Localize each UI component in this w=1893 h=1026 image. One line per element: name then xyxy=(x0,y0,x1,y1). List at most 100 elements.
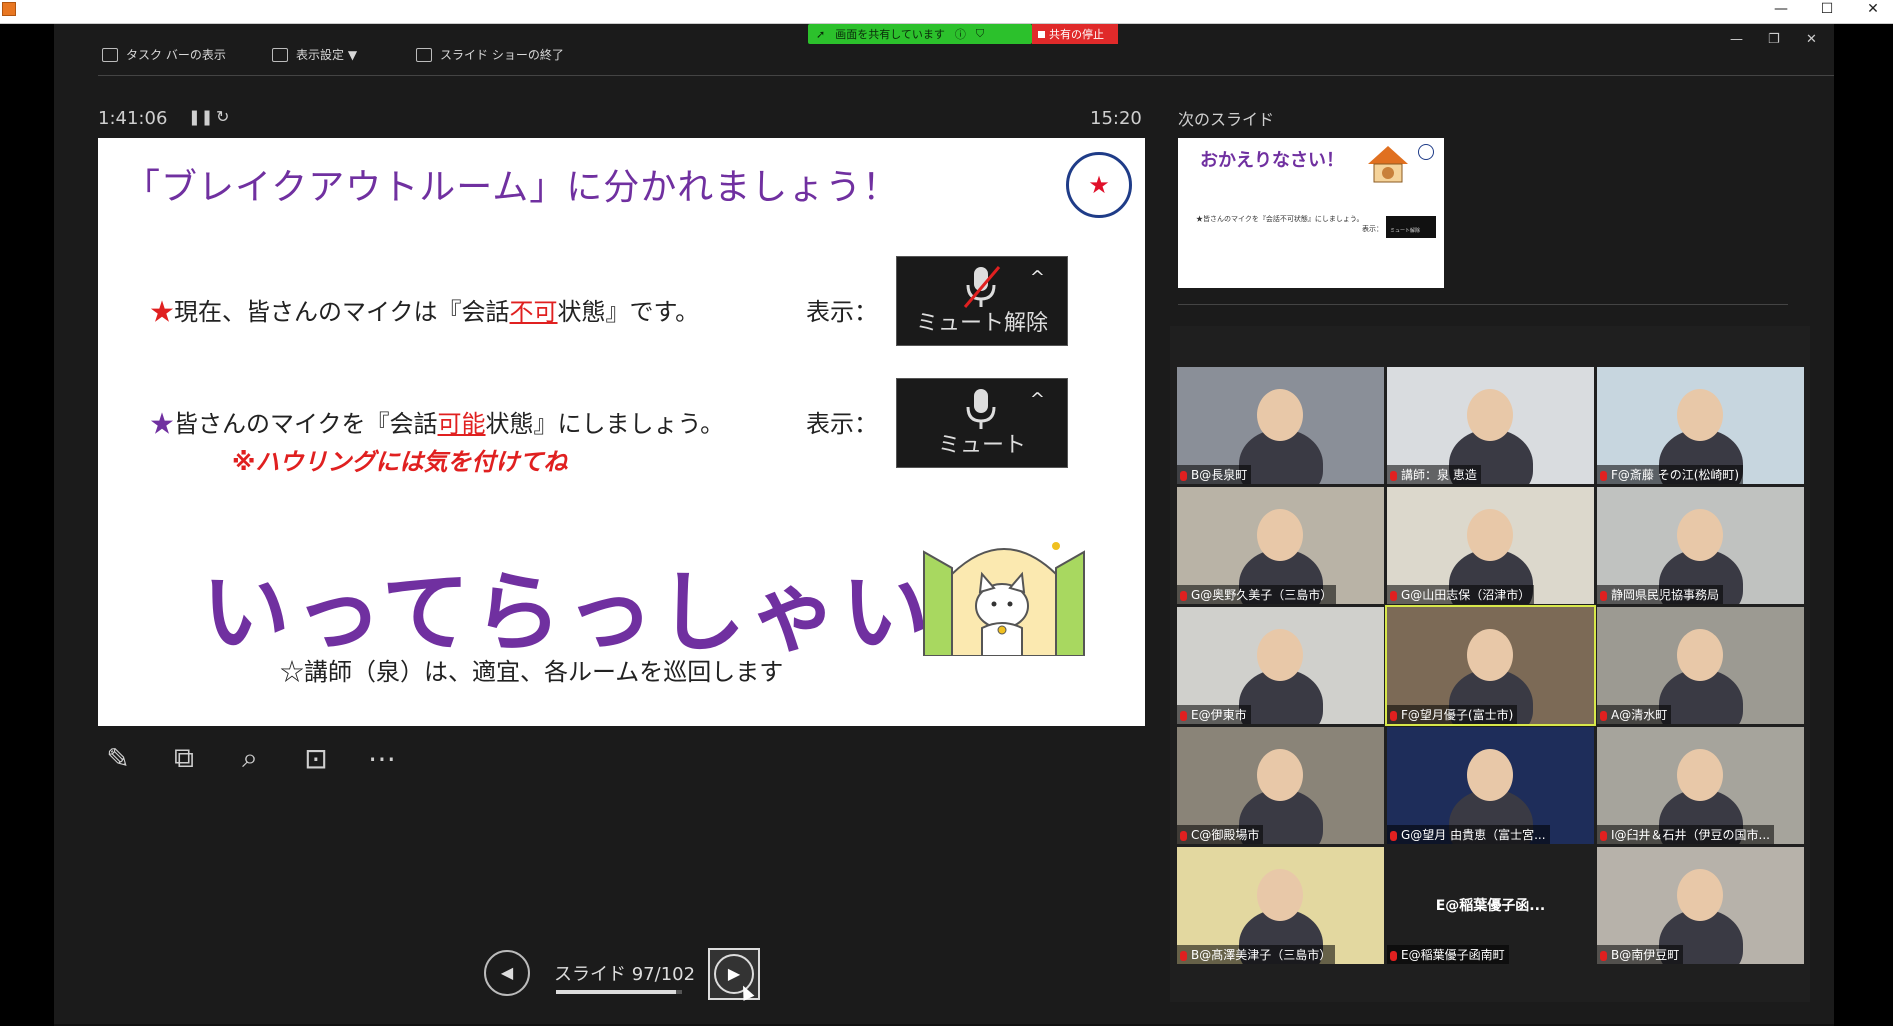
muted-mic-icon xyxy=(963,266,1001,308)
participant-name: I@臼井＆石井（伊豆の国市... xyxy=(1597,825,1774,844)
participant-tile[interactable]: A@清水町 xyxy=(1597,607,1804,724)
presenter-restore-button[interactable]: ❐ xyxy=(1768,32,1780,47)
maximize-window-button[interactable]: ☐ xyxy=(1805,0,1849,22)
participant-tile[interactable]: B@髙澤美津子（三島市） xyxy=(1177,847,1384,964)
mute-label: ミュート xyxy=(937,433,1026,458)
end-slideshow-label: スライド ショーの終了 xyxy=(440,48,564,62)
participant-tile[interactable]: E@稲葉優子函... E@稲葉優子函南町 xyxy=(1387,847,1594,964)
participant-tile[interactable]: G@山田志保（沼津市） xyxy=(1387,487,1594,604)
presenter-minimize-button[interactable]: — xyxy=(1730,32,1743,47)
participant-name: C@御殿場市 xyxy=(1177,825,1264,844)
participant-tile[interactable]: 静岡県民児協事務局 xyxy=(1597,487,1804,604)
next-slide-label: 次のスライド xyxy=(1178,110,1275,129)
caret-up-icon: ^ xyxy=(1029,267,1045,288)
next-slide-line: ★皆さんのマイクを『会話不可状態』にしましょう。 xyxy=(1196,215,1364,223)
muted-mic-icon xyxy=(1390,591,1397,601)
window-titlebar: — ☐ ✕ xyxy=(0,0,1893,24)
muted-mic-icon xyxy=(1600,951,1607,961)
participant-tile[interactable]: 講師：泉 恵造 xyxy=(1387,367,1594,484)
show-taskbar-button[interactable]: タスク バーの表示 xyxy=(102,46,226,63)
share-status-text: 画面を共有しています xyxy=(835,28,945,41)
current-slide[interactable]: 「ブレイクアウトルーム」に分かれましょう！ ★ ★現在、皆さんのマイクは『会話不… xyxy=(98,138,1145,726)
participant-face xyxy=(1467,509,1513,561)
participant-name: G@奥野久美子（三島市） xyxy=(1177,585,1337,604)
pen-icon[interactable]: ✎ xyxy=(98,738,138,778)
participant-face xyxy=(1467,749,1513,801)
slide-progress-bar xyxy=(556,990,682,994)
next-slide-star-icon xyxy=(1418,144,1434,160)
participant-name: 講師：泉 恵造 xyxy=(1387,465,1481,484)
participant-face xyxy=(1677,749,1723,801)
participant-face xyxy=(1677,869,1723,921)
reset-timer-icon[interactable]: ↻ xyxy=(216,107,229,126)
next-slide-title: おかえりなさい！ xyxy=(1200,150,1344,171)
next-slide-preview[interactable]: おかえりなさい！ ★皆さんのマイクを『会話不可状態』にしましょう。 表示： ミュ… xyxy=(1178,138,1444,288)
participant-name: E@稲葉優子函南町 xyxy=(1387,945,1509,964)
participant-tile[interactable]: B@長泉町 xyxy=(1177,367,1384,484)
muted-mic-icon xyxy=(1600,831,1607,841)
muted-mic-icon xyxy=(1180,471,1187,481)
participant-name: G@山田志保（沼津市） xyxy=(1387,585,1535,604)
bullet2-post: 状態』にしましょう。 xyxy=(485,410,725,438)
bullet2-pre: 皆さんのマイクを『会話 xyxy=(174,410,438,438)
black-screen-icon[interactable]: ⊡ xyxy=(296,738,336,778)
cat-window-illustration xyxy=(923,542,1085,656)
participant-face xyxy=(1257,389,1303,441)
participant-name: 静岡県民児協事務局 xyxy=(1597,585,1724,604)
pause-timer-icon[interactable]: ❚❚ xyxy=(188,108,213,126)
participant-name: B@髙澤美津子（三島市） xyxy=(1177,945,1336,964)
close-window-button[interactable]: ✕ xyxy=(1851,0,1893,22)
participant-face xyxy=(1257,869,1303,921)
stop-square-icon xyxy=(1038,30,1045,38)
participant-tile[interactable]: F@斎藤 その江(松崎町) xyxy=(1597,367,1804,484)
participant-face xyxy=(1467,389,1513,441)
participant-face xyxy=(1677,389,1723,441)
participant-face xyxy=(1257,629,1303,681)
stop-share-button[interactable]: 共有の停止 xyxy=(1032,24,1118,44)
more-options-icon[interactable]: ⋯ xyxy=(362,738,402,778)
current-time: 15:20 xyxy=(1090,108,1142,129)
display-settings-button[interactable]: 表示設定 ▼ xyxy=(272,46,357,63)
stop-share-label: 共有の停止 xyxy=(1049,28,1104,41)
minimize-window-button[interactable]: — xyxy=(1759,0,1803,22)
see-all-slides-icon[interactable]: ⧉ xyxy=(164,738,204,778)
participant-tile[interactable]: F@望月優子(富士市) xyxy=(1385,605,1596,726)
bullet-current-mic-state: ★現在、皆さんのマイクは『会話不可状態』です。 xyxy=(150,292,699,327)
previous-slide-button[interactable]: ◀ xyxy=(484,950,530,996)
muted-mic-icon xyxy=(1600,711,1607,721)
display-settings-icon xyxy=(272,47,288,62)
end-slideshow-button[interactable]: スライド ショーの終了 xyxy=(416,46,564,63)
zoom-icon[interactable]: ⌕ xyxy=(230,738,270,778)
share-shield-icon: ⛉ xyxy=(975,27,985,40)
right-divider xyxy=(1178,304,1788,305)
presenter-close-button[interactable]: ✕ xyxy=(1806,32,1817,47)
caret-up-icon: ^ xyxy=(1029,389,1045,410)
participant-center-name: E@稲葉優子函... xyxy=(1435,898,1546,914)
participant-name: F@望月優子(富士市) xyxy=(1387,705,1518,724)
participant-name: F@斎藤 その江(松崎町) xyxy=(1597,465,1744,484)
display-label-2: 表示： xyxy=(806,410,878,438)
bullet1-pre: 現在、皆さんのマイクは『会話 xyxy=(174,298,510,326)
participant-name: G@望月 由貴恵（富士宮... xyxy=(1387,825,1550,844)
right-margin xyxy=(1834,24,1893,1026)
mute-button-illustration: ^ ミュート xyxy=(896,378,1068,468)
participant-tile[interactable]: E@伊東市 xyxy=(1177,607,1384,724)
participant-tile[interactable]: G@望月 由貴恵（富士宮... xyxy=(1387,727,1594,844)
screen-share-banner[interactable]: ➚ 画面を共有しています ⓘ ⛉ xyxy=(808,24,1032,44)
participant-face xyxy=(1677,629,1723,681)
participant-tile[interactable]: G@奥野久美子（三島市） xyxy=(1177,487,1384,604)
participant-tile[interactable]: B@南伊豆町 xyxy=(1597,847,1804,964)
participant-tile[interactable]: C@御殿場市 xyxy=(1177,727,1384,844)
participant-name: B@長泉町 xyxy=(1177,465,1252,484)
left-margin xyxy=(0,24,54,1026)
participant-face xyxy=(1257,749,1303,801)
star-badge-glyph: ★ xyxy=(1088,171,1110,199)
share-info-icon: ⓘ xyxy=(954,28,966,41)
participant-name: A@清水町 xyxy=(1597,705,1672,724)
muted-mic-icon xyxy=(1180,591,1187,601)
muted-mic-icon xyxy=(1600,591,1607,601)
participant-face xyxy=(1467,629,1513,681)
elapsed-timer: 1:41:06 xyxy=(98,108,168,129)
participant-tile[interactable]: I@臼井＆石井（伊豆の国市... xyxy=(1597,727,1804,844)
slide-counter: スライド 97/102 xyxy=(554,964,696,985)
